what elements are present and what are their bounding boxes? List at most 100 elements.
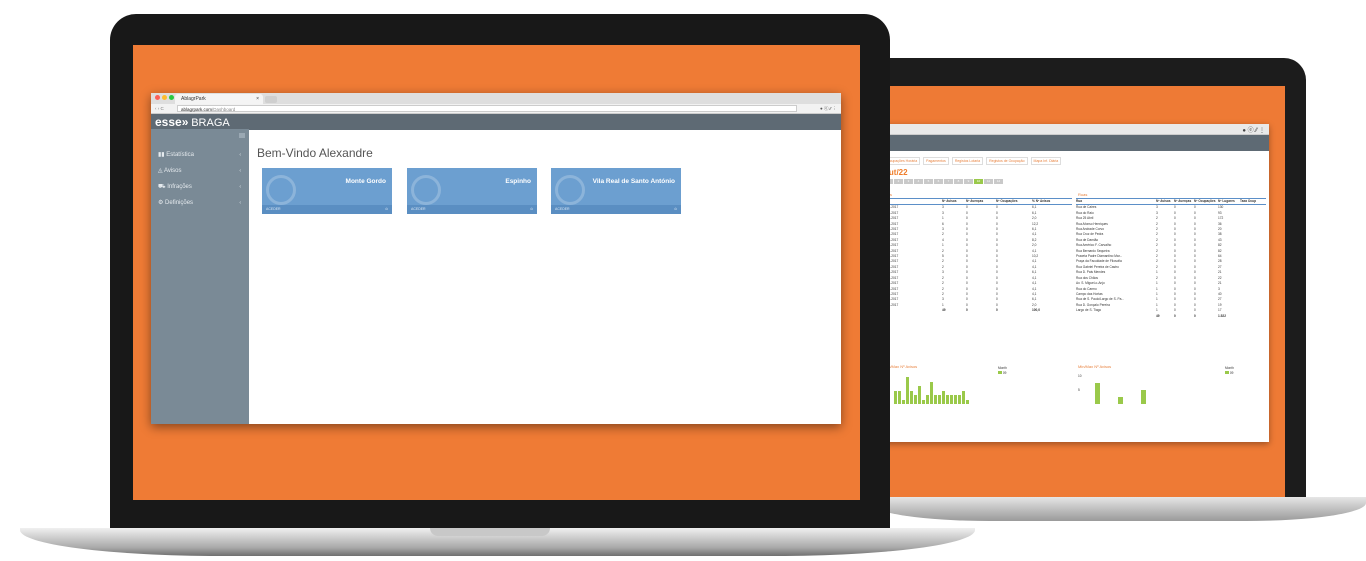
url-path: /Dashboard [212, 107, 236, 112]
ytick: 10 [1078, 374, 1082, 378]
palette-icon [555, 175, 585, 205]
laptop-notch [430, 528, 550, 536]
location-card-espinho[interactable]: Espinho ACEDER ⊙ [407, 168, 537, 214]
chart-bar [918, 386, 921, 404]
tab-registos-ocupacao[interactable]: Registos de Ocupação [986, 157, 1028, 165]
month-selector[interactable]: 123456789101112 [884, 179, 1269, 184]
card-footer[interactable]: ACEDER ⊙ [262, 205, 392, 214]
days-table: DiaNº AvisosNº AvençasNº Ocupações% Nº A… [882, 198, 1072, 314]
chart-bar [922, 399, 925, 404]
table-total: 49 0 0 100,0 [942, 308, 1040, 313]
table-header: DiaNº AvisosNº AvençasNº Ocupações% Nº A… [882, 198, 1072, 206]
chart-bar [898, 390, 901, 404]
streets-table: Rua Nº Avisos Nº Avenças Nº Ocupações Nº Lug… [1076, 198, 1266, 319]
extension-icons[interactable]: ● ⓔ ⁄⁄ ⋮ [820, 104, 837, 113]
window-controls [155, 95, 174, 100]
card-footer[interactable]: ACEDER ⊙ [407, 205, 537, 214]
nav-buttons[interactable]: ‹ › C [155, 104, 164, 113]
month-button[interactable]: 7 [944, 179, 953, 184]
back-laptop-screen: ● ⓔ ⁄⁄ ⋮ Ocupações Horária Pagamentos Re… [880, 86, 1285, 501]
back-app-header [880, 135, 1269, 151]
month-button[interactable]: 11 [984, 179, 993, 184]
browser-tab[interactable]: AblagrPark × [175, 94, 263, 104]
chart-bar [942, 390, 945, 404]
sidebar-item-infracoes[interactable]: ⛟ Infrações ‹ [151, 179, 249, 195]
chart-bar [894, 390, 897, 404]
month-button[interactable]: 9 [964, 179, 973, 184]
card-footer[interactable]: ACEDER ⊙ [551, 205, 681, 214]
legend-item: 09 [1225, 371, 1234, 376]
chevron-left-icon: ‹ [239, 168, 241, 174]
month-button[interactable]: 5 [924, 179, 933, 184]
chart-bar [914, 395, 917, 404]
month-button[interactable]: 4 [914, 179, 923, 184]
palette-icon [411, 175, 441, 205]
right-chart-yticks: 10 5 [1078, 374, 1082, 394]
chart-bar [962, 390, 965, 404]
month-button[interactable]: 6 [934, 179, 943, 184]
new-tab-button[interactable] [265, 96, 277, 103]
ytick: 5 [1078, 388, 1080, 393]
sidebar-item-estatistica[interactable]: ▮▮ Estatística ‹ [151, 147, 249, 163]
chart-bar [954, 395, 957, 404]
tab-registos-lotaria[interactable]: Registos Lotaria [951, 157, 984, 165]
back-laptop-base [870, 497, 1366, 521]
sidebar-item-label: Avisos [163, 168, 182, 174]
browser-tabstrip: AblagrPark × [151, 93, 841, 104]
arrow-circle-icon: ⊙ [385, 207, 388, 211]
tab-mapa-diaria[interactable]: Mapa Inf. Diária [1030, 157, 1062, 165]
location-card-monte-gordo[interactable]: Monte Gordo ACEDER ⊙ [262, 168, 392, 214]
right-bar-chart [1095, 374, 1146, 404]
chart-bar [910, 390, 913, 404]
left-chart-legend: Month 09 [998, 366, 1007, 377]
chart-bar [950, 395, 953, 404]
close-window-icon[interactable] [155, 95, 160, 100]
gear-icon: ⚙ [158, 200, 166, 206]
back-browser-bar: ● ⓔ ⁄⁄ ⋮ [880, 124, 1269, 135]
chart-bar [938, 395, 941, 404]
legend-item: 09 [998, 371, 1007, 376]
app-logo[interactable]: esse» BRAGA [155, 115, 230, 129]
chevron-left-icon: ‹ [239, 184, 241, 190]
arrow-circle-icon: ⊙ [530, 207, 533, 211]
month-button[interactable]: 8 [954, 179, 963, 184]
chart-bar [902, 399, 905, 404]
card-title: Espinho [505, 178, 531, 185]
sidebar: ▮▮ Estatística ‹ ◬ Avisos ‹ ⛟ Infrações … [151, 129, 249, 424]
chart-bar [1095, 383, 1100, 404]
month-button[interactable]: 3 [904, 179, 913, 184]
sidebar-item-label: Estatística [166, 152, 194, 158]
chart-bar [946, 395, 949, 404]
sidebar-item-label: Infrações [167, 184, 192, 190]
chart-bar [966, 399, 969, 404]
tab-close-icon[interactable]: × [256, 94, 259, 104]
chart-bar [930, 381, 933, 404]
month-button[interactable]: 2 [894, 179, 903, 184]
maximize-window-icon[interactable] [169, 95, 174, 100]
right-table-title: Ruas [1078, 192, 1088, 197]
chevron-left-icon: ‹ [239, 152, 241, 158]
sidebar-item-avisos[interactable]: ◬ Avisos ‹ [151, 163, 249, 179]
chart-bar [1141, 390, 1146, 404]
right-chart-title: Min/Max Nº Avisos [1078, 364, 1112, 369]
welcome-title: Bem-Vindo Alexandre [257, 146, 373, 160]
sidebar-item-label: Definições [165, 200, 194, 206]
chart-bar [906, 377, 909, 404]
right-chart-legend: Month 09 [1225, 366, 1234, 377]
tab-title: AblagrPark [181, 96, 206, 102]
month-button[interactable]: 10 [974, 179, 983, 184]
location-card-vila-real[interactable]: Vila Real de Santo António ACEDER ⊙ [551, 168, 681, 214]
left-bar-chart [894, 374, 969, 404]
front-laptop-screen: AblagrPark × ‹ › C ablagrpark.com/Dashbo… [133, 45, 860, 500]
chart-bar [958, 395, 961, 404]
back-report-tabs: Ocupações Horária Pagamentos Registos Lo… [880, 151, 1269, 165]
sidebar-toggle[interactable] [239, 133, 245, 138]
minimize-window-icon[interactable] [162, 95, 167, 100]
tab-pagamentos[interactable]: Pagamentos [923, 157, 949, 165]
main-content: Bem-Vindo Alexandre Monte Gordo ACEDER ⊙ … [249, 129, 841, 424]
month-button[interactable]: 12 [994, 179, 1003, 184]
chevron-left-icon: ‹ [239, 200, 241, 206]
url-bar[interactable]: ablagrpark.com/Dashboard [177, 105, 797, 112]
sidebar-item-definicoes[interactable]: ⚙ Definições ‹ [151, 195, 249, 211]
back-browser-ext: ● ⓔ ⁄⁄ ⋮ [1242, 128, 1265, 134]
